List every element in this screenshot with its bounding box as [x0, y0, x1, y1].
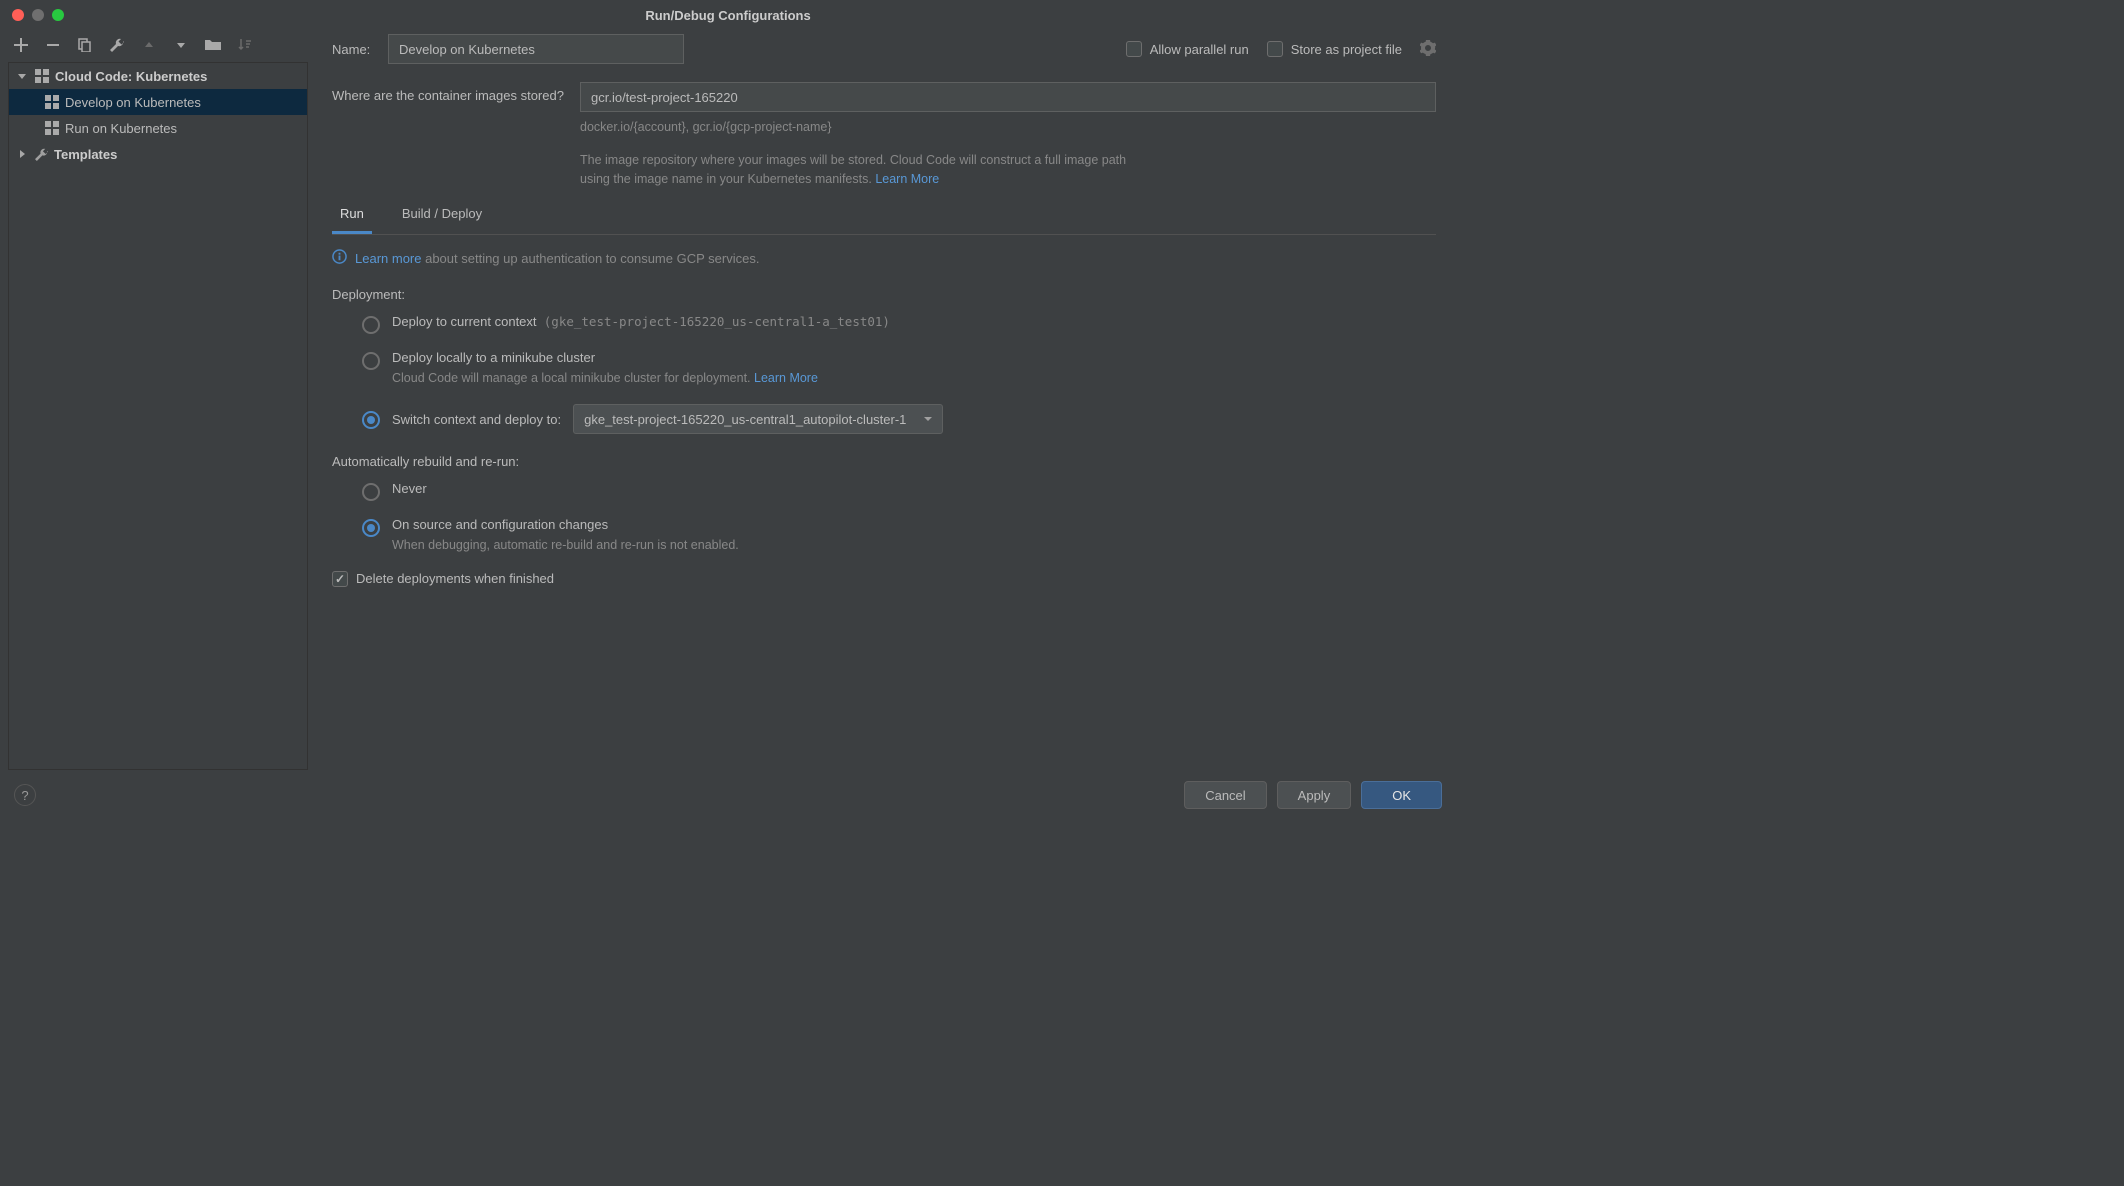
checkbox-label: Store as project file [1291, 42, 1402, 57]
kubernetes-item-icon [45, 95, 59, 109]
help-button[interactable]: ? [14, 784, 36, 806]
cluster-select-value: gke_test-project-165220_us-central1_auto… [584, 412, 906, 427]
deploy-switch-context-radio[interactable] [362, 411, 380, 429]
apply-button[interactable]: Apply [1277, 781, 1352, 809]
config-toolbar [8, 30, 308, 60]
zoom-window-button[interactable] [52, 9, 64, 21]
radio-label: Deploy locally to a minikube cluster [392, 350, 818, 365]
tree-group-label: Templates [54, 147, 117, 162]
checkbox-label: Allow parallel run [1150, 42, 1249, 57]
config-name-input[interactable] [388, 34, 684, 64]
titlebar: Run/Debug Configurations [0, 0, 1456, 30]
close-window-button[interactable] [12, 9, 24, 21]
auth-learn-more-link[interactable]: Learn more [355, 251, 421, 266]
auth-info-bar: Learn more about setting up authenticati… [332, 249, 1436, 267]
gear-icon[interactable] [1420, 40, 1436, 59]
tab-build-deploy[interactable]: Build / Deploy [394, 206, 490, 234]
auth-info-text: about setting up authentication to consu… [421, 251, 759, 266]
wrench-icon[interactable] [108, 36, 126, 54]
tree-item-label: Develop on Kubernetes [65, 95, 201, 110]
form-panel: Name: Allow parallel run Store as projec… [308, 30, 1448, 770]
image-help-text: The image repository where your images w… [580, 151, 1140, 189]
remove-config-button[interactable] [44, 36, 62, 54]
move-up-button[interactable] [140, 36, 158, 54]
current-context-value: (gke_test-project-165220_us-central1-a_t… [544, 314, 890, 329]
tree-item-label: Run on Kubernetes [65, 121, 177, 136]
kubernetes-item-icon [45, 121, 59, 135]
delete-deployments-checkbox[interactable]: Delete deployments when finished [332, 571, 1436, 587]
move-down-button[interactable] [172, 36, 190, 54]
auto-rebuild-section-title: Automatically rebuild and re-run: [332, 454, 1436, 469]
minikube-hint: Cloud Code will manage a local minikube … [392, 371, 754, 385]
auto-never-radio[interactable] [362, 483, 380, 501]
minimize-window-button[interactable] [32, 9, 44, 21]
auto-onsource-hint: When debugging, automatic re-build and r… [392, 536, 739, 555]
store-project-file-checkbox[interactable]: Store as project file [1267, 41, 1402, 57]
radio-label: Switch context and deploy to: [392, 412, 561, 427]
add-config-button[interactable] [12, 36, 30, 54]
chevron-down-icon [17, 71, 29, 81]
tree-group-cloud-code[interactable]: Cloud Code: Kubernetes [9, 63, 307, 89]
radio-label: Deploy to current context [392, 314, 537, 329]
deploy-minikube-radio[interactable] [362, 352, 380, 370]
allow-parallel-run-checkbox[interactable]: Allow parallel run [1126, 41, 1249, 57]
chevron-right-icon [17, 149, 29, 159]
radio-label: On source and configuration changes [392, 517, 739, 532]
checkbox-icon [1126, 41, 1142, 57]
image-storage-label: Where are the container images stored? [332, 82, 580, 103]
minikube-learn-more-link[interactable]: Learn More [754, 371, 818, 385]
cluster-select[interactable]: gke_test-project-165220_us-central1_auto… [573, 404, 943, 434]
checkbox-label: Delete deployments when finished [356, 571, 554, 586]
deploy-current-context-radio[interactable] [362, 316, 380, 334]
tree-item-run-on-kubernetes[interactable]: Run on Kubernetes [9, 115, 307, 141]
tree-item-develop-on-kubernetes[interactable]: Develop on Kubernetes [9, 89, 307, 115]
image-help-link[interactable]: Learn More [875, 172, 939, 186]
wrench-icon [35, 148, 48, 161]
cancel-button[interactable]: Cancel [1184, 781, 1266, 809]
tree-group-label: Cloud Code: Kubernetes [55, 69, 207, 84]
main-content: Cloud Code: Kubernetes Develop on Kubern… [0, 30, 1456, 770]
config-tabs: Run Build / Deploy [332, 206, 1436, 235]
ok-button[interactable]: OK [1361, 781, 1442, 809]
window-controls [12, 9, 64, 21]
tab-run[interactable]: Run [332, 206, 372, 234]
copy-config-button[interactable] [76, 36, 94, 54]
checkbox-checked-icon [332, 571, 348, 587]
checkbox-icon [1267, 41, 1283, 57]
sort-icon[interactable] [236, 36, 254, 54]
window-title: Run/Debug Configurations [10, 8, 1446, 23]
image-placeholder-hint: docker.io/{account}, gcr.io/{gcp-project… [580, 118, 1140, 137]
kubernetes-group-icon [35, 69, 49, 83]
sidebar-panel: Cloud Code: Kubernetes Develop on Kubern… [8, 30, 308, 770]
config-tree[interactable]: Cloud Code: Kubernetes Develop on Kubern… [8, 62, 308, 770]
image-repo-input[interactable] [580, 82, 1436, 112]
tree-group-templates[interactable]: Templates [9, 141, 307, 167]
name-label: Name: [332, 42, 388, 57]
info-icon [332, 249, 347, 267]
folder-icon[interactable] [204, 36, 222, 54]
auto-onsource-radio[interactable] [362, 519, 380, 537]
radio-label: Never [392, 481, 427, 496]
dialog-footer: ? Cancel Apply OK [0, 770, 1456, 820]
deployment-section-title: Deployment: [332, 287, 1436, 302]
